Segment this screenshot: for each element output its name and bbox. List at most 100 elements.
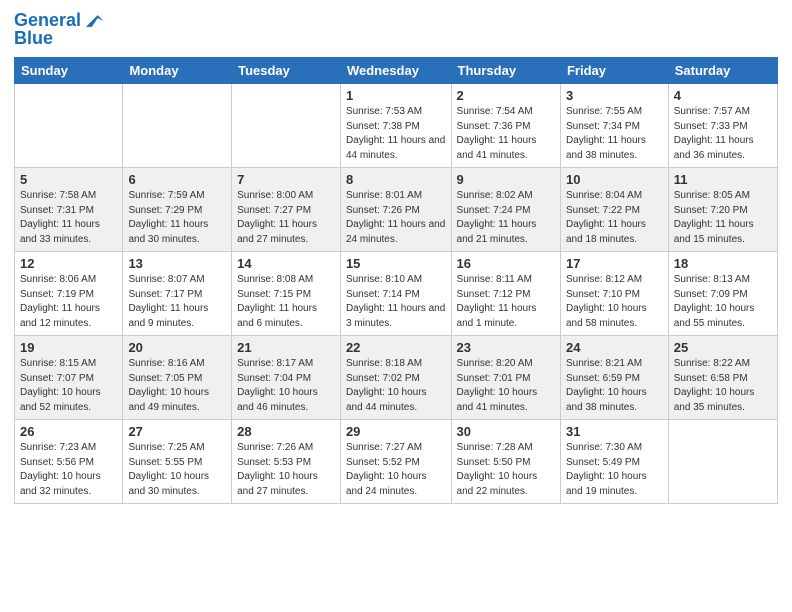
- calendar-cell: [668, 420, 777, 504]
- calendar-cell: 19 Sunrise: 8:15 AMSunset: 7:07 PMDayligh…: [15, 336, 123, 420]
- day-number: 7: [237, 172, 335, 187]
- calendar-cell: 10Sunrise: 8:04 AMSunset: 7:22 PMDayligh…: [560, 168, 668, 252]
- week-row-4: 19 Sunrise: 8:15 AMSunset: 7:07 PMDayligh…: [15, 336, 778, 420]
- week-row-1: 1 Sunrise: 7:53 AMSunset: 7:38 PMDaylight…: [15, 84, 778, 168]
- day-info: Sunrise: 8:10 AMSunset: 7:14 PMDaylight:…: [346, 273, 446, 331]
- day-number: 31: [566, 424, 663, 439]
- day-number: 14: [237, 256, 335, 271]
- day-info: Sunrise: 7:23 AMSunset: 5:56 PMDaylight:…: [20, 441, 117, 499]
- day-info: Sunrise: 7:27 AMSunset: 5:52 PMDaylight:…: [346, 441, 446, 499]
- calendar-cell: 15 Sunrise: 8:10 AMSunset: 7:14 PMDayligh…: [340, 252, 451, 336]
- calendar-cell: 21 Sunrise: 8:17 AMSunset: 7:04 PMDayligh…: [232, 336, 341, 420]
- calendar-cell: 7 Sunrise: 8:00 AMSunset: 7:27 PMDaylight…: [232, 168, 341, 252]
- day-info: Sunrise: 8:07 AMSunset: 7:17 PMDaylight:…: [128, 273, 226, 331]
- day-info: Sunrise: 8:00 AMSunset: 7:27 PMDaylight:…: [237, 189, 335, 247]
- week-row-2: 5 Sunrise: 7:58 AMSunset: 7:31 PMDaylight…: [15, 168, 778, 252]
- calendar-cell: 31 Sunrise: 7:30 AMSunset: 5:49 PMDayligh…: [560, 420, 668, 504]
- weekday-header-thursday: Thursday: [451, 58, 560, 84]
- day-info: Sunrise: 7:55 AMSunset: 7:34 PMDaylight:…: [566, 105, 663, 163]
- day-info: Sunrise: 7:54 AMSunset: 7:36 PMDaylight:…: [457, 105, 555, 163]
- day-info: Sunrise: 7:59 AMSunset: 7:29 PMDaylight:…: [128, 189, 226, 247]
- day-number: 24: [566, 340, 663, 355]
- day-number: 23: [457, 340, 555, 355]
- day-number: 27: [128, 424, 226, 439]
- day-number: 8: [346, 172, 446, 187]
- calendar-cell: 30 Sunrise: 7:28 AMSunset: 5:50 PMDayligh…: [451, 420, 560, 504]
- day-info: Sunrise: 8:02 AMSunset: 7:24 PMDaylight:…: [457, 189, 555, 247]
- weekday-header-saturday: Saturday: [668, 58, 777, 84]
- weekday-header-sunday: Sunday: [15, 58, 123, 84]
- calendar-cell: 17 Sunrise: 8:12 AMSunset: 7:10 PMDayligh…: [560, 252, 668, 336]
- day-info: Sunrise: 8:17 AMSunset: 7:04 PMDaylight:…: [237, 357, 335, 415]
- calendar-cell: 27 Sunrise: 7:25 AMSunset: 5:55 PMDayligh…: [123, 420, 232, 504]
- day-info: Sunrise: 8:01 AMSunset: 7:26 PMDaylight:…: [346, 189, 446, 247]
- day-number: 2: [457, 88, 555, 103]
- calendar-cell: 26 Sunrise: 7:23 AMSunset: 5:56 PMDayligh…: [15, 420, 123, 504]
- day-number: 11: [674, 172, 772, 187]
- day-number: 30: [457, 424, 555, 439]
- calendar-cell: 14 Sunrise: 8:08 AMSunset: 7:15 PMDayligh…: [232, 252, 341, 336]
- day-number: 4: [674, 88, 772, 103]
- calendar-cell: [15, 84, 123, 168]
- weekday-header-monday: Monday: [123, 58, 232, 84]
- day-number: 10: [566, 172, 663, 187]
- day-info: Sunrise: 7:28 AMSunset: 5:50 PMDaylight:…: [457, 441, 555, 499]
- week-row-5: 26 Sunrise: 7:23 AMSunset: 5:56 PMDayligh…: [15, 420, 778, 504]
- day-number: 9: [457, 172, 555, 187]
- calendar-cell: 16 Sunrise: 8:11 AMSunset: 7:12 PMDayligh…: [451, 252, 560, 336]
- calendar-cell: 5 Sunrise: 7:58 AMSunset: 7:31 PMDaylight…: [15, 168, 123, 252]
- logo-icon: [83, 10, 105, 32]
- day-number: 25: [674, 340, 772, 355]
- day-number: 3: [566, 88, 663, 103]
- day-info: Sunrise: 7:58 AMSunset: 7:31 PMDaylight:…: [20, 189, 117, 247]
- day-number: 21: [237, 340, 335, 355]
- day-number: 12: [20, 256, 117, 271]
- day-info: Sunrise: 8:11 AMSunset: 7:12 PMDaylight:…: [457, 273, 555, 331]
- day-number: 19: [20, 340, 117, 355]
- calendar-cell: 8 Sunrise: 8:01 AMSunset: 7:26 PMDaylight…: [340, 168, 451, 252]
- weekday-header-friday: Friday: [560, 58, 668, 84]
- calendar-cell: 12 Sunrise: 8:06 AMSunset: 7:19 PMDayligh…: [15, 252, 123, 336]
- day-number: 17: [566, 256, 663, 271]
- day-number: 20: [128, 340, 226, 355]
- calendar-cell: 18 Sunrise: 8:13 AMSunset: 7:09 PMDayligh…: [668, 252, 777, 336]
- calendar-cell: 13 Sunrise: 8:07 AMSunset: 7:17 PMDayligh…: [123, 252, 232, 336]
- day-info: Sunrise: 8:08 AMSunset: 7:15 PMDaylight:…: [237, 273, 335, 331]
- logo: General Blue: [14, 10, 105, 49]
- day-info: Sunrise: 8:13 AMSunset: 7:09 PMDaylight:…: [674, 273, 772, 331]
- weekday-header-row: SundayMondayTuesdayWednesdayThursdayFrid…: [15, 58, 778, 84]
- calendar-cell: [123, 84, 232, 168]
- header: General Blue: [14, 10, 778, 49]
- day-number: 15: [346, 256, 446, 271]
- calendar-cell: 6 Sunrise: 7:59 AMSunset: 7:29 PMDaylight…: [123, 168, 232, 252]
- calendar-cell: 11 Sunrise: 8:05 AMSunset: 7:20 PMDayligh…: [668, 168, 777, 252]
- day-info: Sunrise: 8:15 AMSunset: 7:07 PMDaylight:…: [20, 357, 117, 415]
- calendar-table: SundayMondayTuesdayWednesdayThursdayFrid…: [14, 57, 778, 504]
- day-info: Sunrise: 7:25 AMSunset: 5:55 PMDaylight:…: [128, 441, 226, 499]
- calendar-cell: 23 Sunrise: 8:20 AMSunset: 7:01 PMDayligh…: [451, 336, 560, 420]
- day-info: Sunrise: 8:12 AMSunset: 7:10 PMDaylight:…: [566, 273, 663, 331]
- day-number: 6: [128, 172, 226, 187]
- day-number: 18: [674, 256, 772, 271]
- day-number: 13: [128, 256, 226, 271]
- calendar-cell: 9 Sunrise: 8:02 AMSunset: 7:24 PMDaylight…: [451, 168, 560, 252]
- day-number: 28: [237, 424, 335, 439]
- day-number: 16: [457, 256, 555, 271]
- calendar-cell: 22Sunrise: 8:18 AMSunset: 7:02 PMDayligh…: [340, 336, 451, 420]
- day-info: Sunrise: 8:06 AMSunset: 7:19 PMDaylight:…: [20, 273, 117, 331]
- day-number: 29: [346, 424, 446, 439]
- day-number: 26: [20, 424, 117, 439]
- day-info: Sunrise: 8:20 AMSunset: 7:01 PMDaylight:…: [457, 357, 555, 415]
- weekday-header-tuesday: Tuesday: [232, 58, 341, 84]
- day-info: Sunrise: 8:21 AMSunset: 6:59 PMDaylight:…: [566, 357, 663, 415]
- day-info: Sunrise: 7:53 AMSunset: 7:38 PMDaylight:…: [346, 105, 446, 163]
- calendar-cell: 20Sunrise: 8:16 AMSunset: 7:05 PMDayligh…: [123, 336, 232, 420]
- calendar-cell: 2 Sunrise: 7:54 AMSunset: 7:36 PMDaylight…: [451, 84, 560, 168]
- day-info: Sunrise: 7:30 AMSunset: 5:49 PMDaylight:…: [566, 441, 663, 499]
- day-number: 5: [20, 172, 117, 187]
- day-info: Sunrise: 8:22 AMSunset: 6:58 PMDaylight:…: [674, 357, 772, 415]
- calendar-cell: 1 Sunrise: 7:53 AMSunset: 7:38 PMDaylight…: [340, 84, 451, 168]
- day-info: Sunrise: 8:05 AMSunset: 7:20 PMDaylight:…: [674, 189, 772, 247]
- calendar-cell: 29 Sunrise: 7:27 AMSunset: 5:52 PMDayligh…: [340, 420, 451, 504]
- day-number: 1: [346, 88, 446, 103]
